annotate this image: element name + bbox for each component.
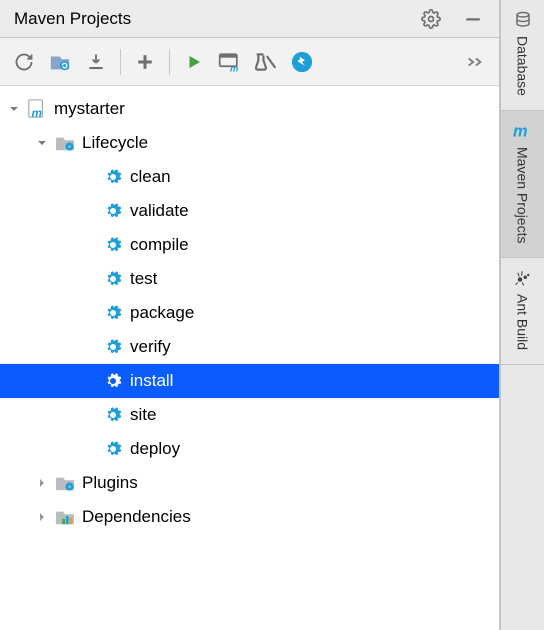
folder-gear-icon [54,132,76,154]
refresh-icon[interactable] [10,48,38,76]
tree-row[interactable]: install [0,364,499,398]
run-config-icon[interactable]: m [216,48,244,76]
tree-label: Lifecycle [82,133,148,153]
tree-row[interactable]: validate [0,194,499,228]
tree-row[interactable]: Dependencies [0,500,499,534]
tree-row[interactable]: deploy [0,432,499,466]
panel-title-bar: Maven Projects [0,0,499,38]
gear-icon [102,200,124,222]
rail-tab-maven[interactable]: m Maven Projects [501,111,544,258]
gear-icon [102,166,124,188]
rail-label: Maven Projects [515,147,531,243]
tree-label: deploy [130,439,180,459]
download-icon[interactable] [82,48,110,76]
tree-row[interactable]: verify [0,330,499,364]
rail-tab-ant[interactable]: Ant Build [501,258,544,365]
tree-label: Dependencies [82,507,191,527]
toolbar-separator [120,49,121,75]
database-icon [513,10,533,30]
tree-label: mystarter [54,99,125,119]
tree-row[interactable]: test [0,262,499,296]
right-rail: Database m Maven Projects Ant Build [500,0,544,630]
offline-mode-icon[interactable] [288,48,316,76]
expand-arrow-icon[interactable] [34,475,50,491]
tree-label: package [130,303,194,323]
run-icon[interactable] [180,48,208,76]
svg-text:m: m [513,122,528,140]
tree-label: compile [130,235,189,255]
gear-icon[interactable] [417,5,445,33]
minimize-icon[interactable] [459,5,487,33]
folder-bars-icon [54,506,76,528]
gear-icon [102,404,124,426]
toolbar-separator [169,49,170,75]
expand-arrow-icon[interactable] [6,101,22,117]
svg-text:m: m [32,106,43,119]
toolbar: m [0,38,499,86]
panel-title: Maven Projects [14,9,131,29]
tree-row[interactable]: m mystarter [0,92,499,126]
tree-label: verify [130,337,171,357]
gear-icon [102,234,124,256]
rail-tab-database[interactable]: Database [501,0,544,111]
maven-icon: m [513,121,533,141]
gear-icon [102,336,124,358]
project-tree[interactable]: m mystarter Lifecycle clean validate compile t… [0,86,499,630]
tree-row[interactable]: site [0,398,499,432]
gear-icon [102,268,124,290]
more-icon[interactable] [461,48,489,76]
svg-text:m: m [230,62,238,72]
skip-tests-icon[interactable] [252,48,280,76]
ant-icon [513,268,533,288]
tree-row[interactable]: clean [0,160,499,194]
rail-label: Database [515,36,531,96]
tree-label: Plugins [82,473,138,493]
tree-row[interactable]: Plugins [0,466,499,500]
rail-label: Ant Build [515,294,531,350]
expand-arrow-icon[interactable] [34,135,50,151]
tree-label: validate [130,201,189,221]
tree-label: clean [130,167,171,187]
tree-row[interactable]: Lifecycle [0,126,499,160]
expand-arrow-icon[interactable] [34,509,50,525]
gear-icon [102,302,124,324]
tree-label: test [130,269,157,289]
tree-row[interactable]: package [0,296,499,330]
generate-sources-icon[interactable] [46,48,74,76]
tree-label: site [130,405,156,425]
maven-file-icon: m [26,98,48,120]
folder-gear-icon [54,472,76,494]
gear-icon [102,370,124,392]
gear-icon [102,438,124,460]
add-icon[interactable] [131,48,159,76]
tree-row[interactable]: compile [0,228,499,262]
tree-label: install [130,371,173,391]
